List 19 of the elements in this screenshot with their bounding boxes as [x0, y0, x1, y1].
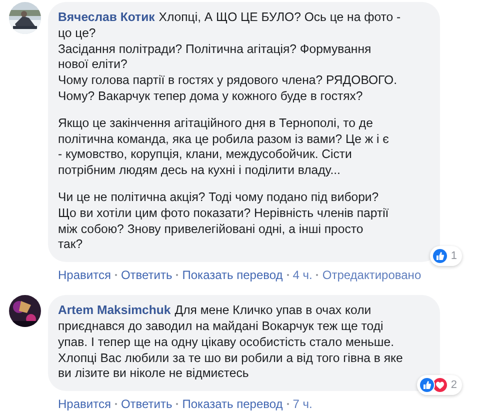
action-link[interactable]: Показать перевод: [182, 268, 283, 282]
reaction-count[interactable]: 1: [430, 246, 462, 266]
action-link[interactable]: Нравится: [58, 268, 111, 282]
comment-meta: 4 ч.: [292, 268, 312, 282]
author-link[interactable]: Вячеслав Котик: [58, 10, 155, 24]
comment-text: Artem Maksimchuk Для мене Кличко упав в очах коли приєднався до заводил на майдані Вокарчук теж ще тоді упав. І тепер ще на одну цікаву особистість стало меньше. Хлопці Вас любили за те шо ви робили а від того гівна в яке ви лізите ви ніколе не відмиєтесь: [58, 303, 404, 382]
reaction-count[interactable]: 2: [416, 375, 462, 396]
author-link[interactable]: Artem Maksimchuk: [58, 303, 171, 318]
comment-meta: Отредактировано: [322, 268, 422, 282]
thumbs-up-icon: [432, 248, 448, 264]
comment-text: Чи це не політична акція? Тоді чому подано під вибори? Що ви хотіли цим фото показати? Нерівність членів партії між собою? Знову привелегійовані одні, а інші просто так?: [58, 190, 390, 254]
action-link[interactable]: Ответить: [120, 268, 172, 282]
action-link[interactable]: Показать перевод: [182, 397, 283, 412]
action-link[interactable]: Ответить: [120, 397, 172, 412]
action-link[interactable]: Нравится: [58, 397, 111, 412]
comment-text: Вячеслав Котик Хлопці, А ЩО ЦЕ БУЛО? Ось це на фото - цо це? Засідання політради? Політична агітація? Формування нової еліти? Чому голова партії в гостях у рядового члена? РЯДОВОГО. Чому? Вакарчук тепер дома у кожного буде в гостях?: [58, 10, 402, 105]
comment-text: Якщо це закінчення агітаційного дня в Тернополі, то де політична команда, яка це робила разом із вами? Це ж і є - кумовство, корупція, клани, междусобойчик. Сісти потрібним людям десь на кухні і поділити владу...: [58, 116, 390, 179]
thumbs-up-icon: [418, 377, 435, 394]
comment-meta: 7 ч.: [292, 397, 312, 412]
